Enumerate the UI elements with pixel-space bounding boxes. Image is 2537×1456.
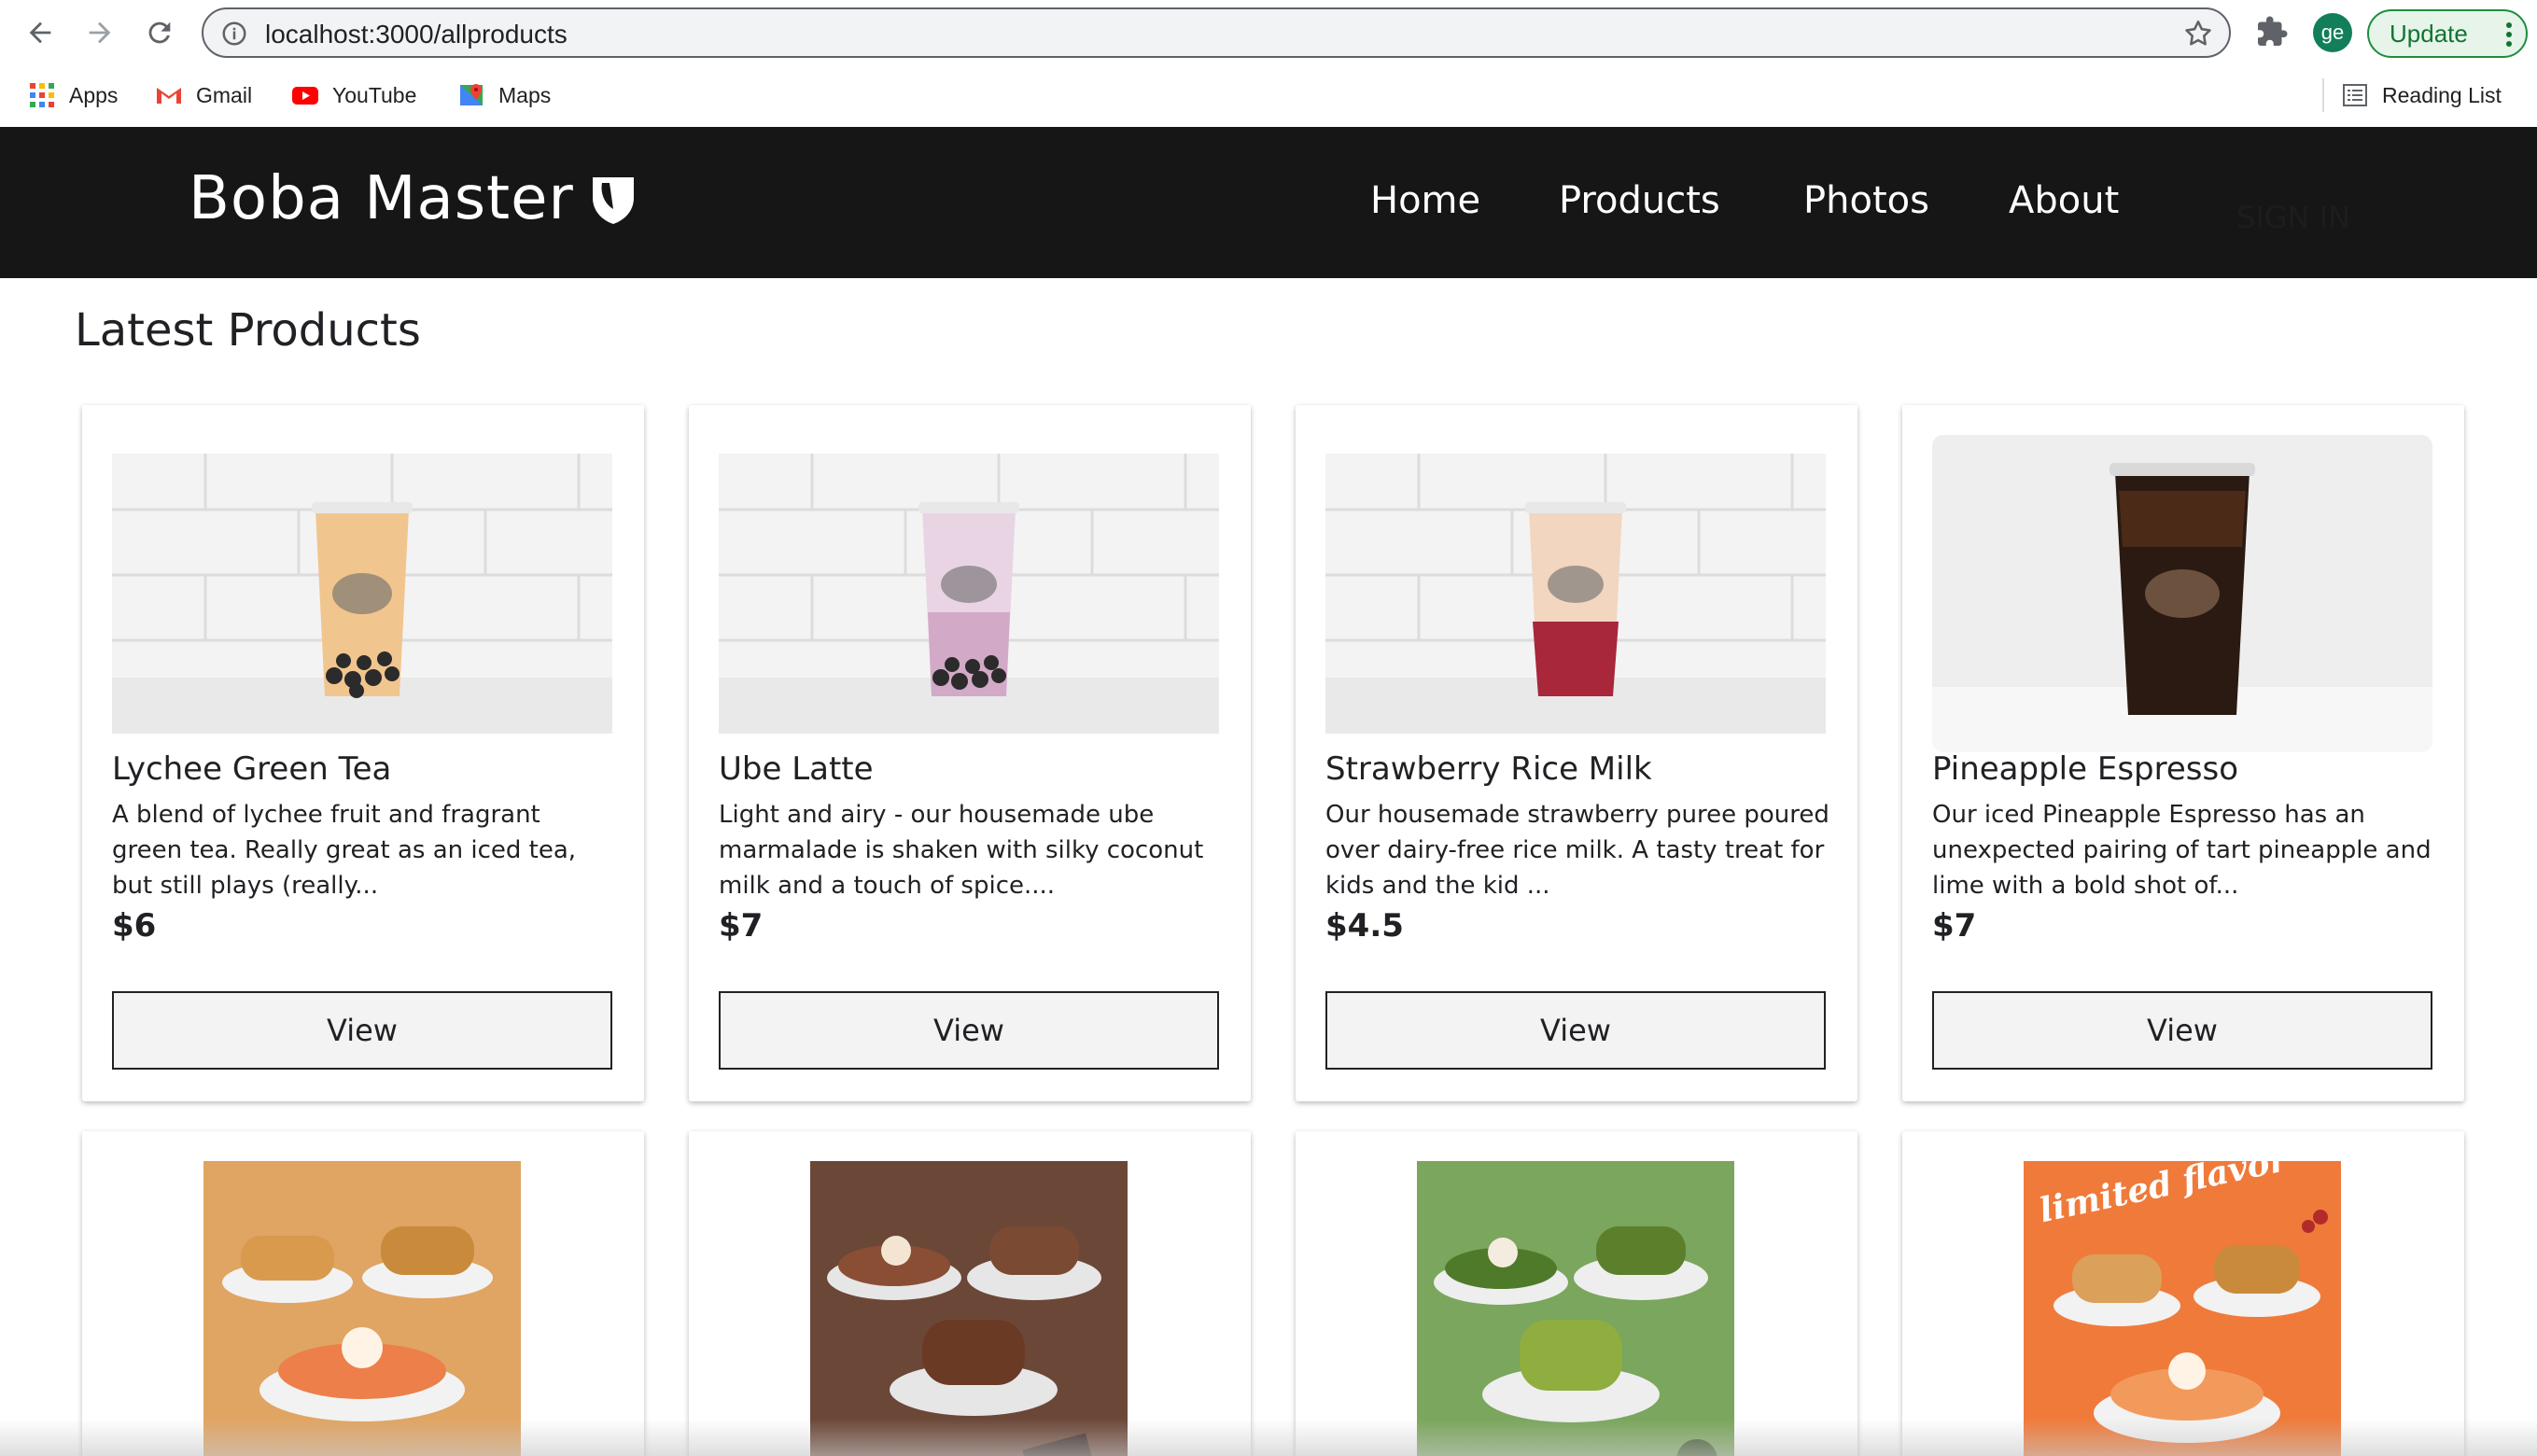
product-description: Our iced Pineapple Espresso has an unexp… [1932, 801, 2432, 900]
forward-button[interactable] [80, 13, 119, 52]
more-vert-icon [2506, 22, 2512, 47]
back-button[interactable] [21, 13, 60, 52]
profile-avatar[interactable]: ge [2313, 13, 2352, 52]
waffles-pancakes-orange-image[interactable] [203, 1161, 521, 1456]
nav-photos[interactable]: Photos [1803, 179, 1929, 222]
product-price: $4.5 [1325, 907, 1404, 945]
product-name[interactable]: Pineapple Espresso [1932, 750, 2238, 788]
sign-in-link[interactable]: SIGN IN [2236, 200, 2350, 235]
brand-name: Boba Master [189, 164, 574, 233]
nav-about[interactable]: About [2009, 179, 2119, 222]
forward-arrow-icon [89, 21, 111, 44]
product-description: A blend of lychee fruit and fragrant gre… [112, 801, 577, 900]
product-name[interactable]: Ube Latte [719, 750, 874, 788]
browser-toolbar: localhost:3000/allproducts ge Update [0, 0, 2537, 65]
bookmark-gmail[interactable]: Gmail [155, 78, 252, 112]
product-card: Strawberry Rice Milk Our housemade straw… [1296, 405, 1857, 1101]
url-text[interactable]: localhost:3000/allproducts [265, 20, 568, 49]
update-label: Update [2390, 19, 2468, 48]
product-card: Ube Latte Light and airy - our housemade… [689, 405, 1251, 1101]
address-bar[interactable]: localhost:3000/allproducts [202, 7, 2231, 58]
shield-logo-icon [592, 177, 634, 224]
product-card [689, 1131, 1251, 1456]
bookmark-youtube[interactable]: YouTube [291, 78, 416, 112]
product-description: Our housemade strawberry puree poured ov… [1325, 801, 1829, 900]
product-card [1296, 1131, 1857, 1456]
pineapple-espresso-image[interactable] [1932, 435, 2432, 752]
strawberry-rice-milk-image[interactable] [1325, 454, 1826, 734]
product-price: $6 [112, 907, 157, 945]
bookmark-star-icon[interactable] [2182, 18, 2214, 49]
limited-flavor-waffles-image[interactable]: limited flavor [2024, 1161, 2341, 1456]
product-price: $7 [719, 907, 764, 945]
reading-list-button[interactable]: Reading List [2341, 78, 2502, 112]
maps-icon [460, 84, 483, 105]
info-icon[interactable] [220, 20, 248, 48]
bookmark-maps[interactable]: Maps [457, 78, 551, 112]
nav-products[interactable]: Products [1559, 179, 1720, 222]
page-title: Latest Products [75, 304, 421, 357]
reload-icon [148, 21, 171, 44]
bookmark-label: Apps [69, 82, 119, 107]
bookmark-label: Gmail [196, 82, 253, 107]
product-price: $7 [1932, 907, 1977, 945]
reading-list-label: Reading List [2382, 82, 2502, 107]
site-header: Boba Master Home Products Photos About S… [0, 127, 2537, 278]
view-button[interactable]: View [719, 991, 1219, 1070]
bookmarks-bar: Apps Gmail YouTube Maps Reading List [0, 65, 2537, 127]
product-card [82, 1131, 644, 1456]
lychee-green-tea-image[interactable] [112, 454, 612, 734]
bookmark-label: YouTube [332, 82, 417, 107]
bookmark-label: Maps [498, 82, 552, 107]
youtube-icon [292, 87, 318, 105]
chocolate-waffles-image[interactable] [810, 1161, 1128, 1456]
bookmarks-divider [2322, 78, 2324, 112]
view-button[interactable]: View [1325, 991, 1826, 1070]
window-bottom-shadow [0, 1419, 2537, 1456]
product-card: limited flavor [1902, 1131, 2464, 1456]
product-name[interactable]: Lychee Green Tea [112, 750, 391, 788]
update-button[interactable]: Update [2367, 9, 2528, 58]
matcha-waffles-image[interactable] [1417, 1161, 1734, 1456]
product-description: Light and airy - our housemade ube marma… [719, 801, 1204, 900]
product-name[interactable]: Strawberry Rice Milk [1325, 750, 1652, 788]
brand-logo[interactable]: Boba Master [189, 164, 638, 233]
view-button[interactable]: View [112, 991, 612, 1070]
extensions-puzzle-icon[interactable] [2255, 15, 2289, 49]
back-arrow-icon [29, 21, 51, 44]
reload-button[interactable] [140, 13, 179, 52]
apps-grid-icon [30, 83, 54, 107]
product-card: Lychee Green Tea A blend of lychee fruit… [82, 405, 644, 1101]
gmail-icon [157, 88, 181, 104]
ube-latte-image[interactable] [719, 454, 1219, 734]
view-button[interactable]: View [1932, 991, 2432, 1070]
bookmark-apps[interactable]: Apps [28, 78, 118, 112]
reading-list-icon [2343, 84, 2367, 106]
nav-home[interactable]: Home [1370, 179, 1480, 222]
product-card: Pineapple Espresso Our iced Pineapple Es… [1902, 405, 2464, 1101]
